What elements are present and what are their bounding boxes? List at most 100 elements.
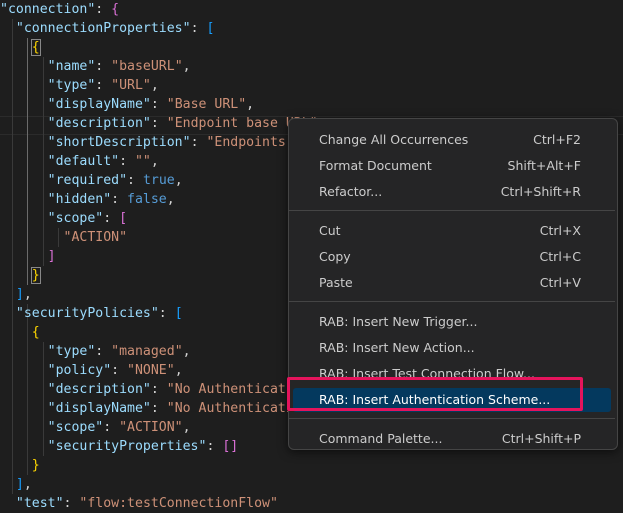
code-token: : xyxy=(63,496,80,511)
menu-item-label: Format Document xyxy=(319,158,432,173)
code-token: "Base URL" xyxy=(166,97,247,112)
code-token: "" xyxy=(134,154,151,169)
code-token: [ xyxy=(119,211,128,226)
code-token: : xyxy=(206,439,223,454)
menu-item-change-all-occurrences[interactable]: Change All Occurrences Ctrl+F2 xyxy=(293,128,611,152)
menu-item-label: Cut xyxy=(319,223,341,238)
code-token: "securityProperties" xyxy=(0,439,207,454)
code-token: , xyxy=(182,344,191,359)
code-line[interactable]: "ACTION" xyxy=(0,228,128,247)
code-token: [ xyxy=(174,306,183,321)
code-token: , xyxy=(23,287,32,302)
code-token: true xyxy=(142,173,175,188)
code-line[interactable]: { xyxy=(0,323,40,342)
code-token: [ xyxy=(206,21,215,36)
code-token: ] xyxy=(47,249,56,264)
code-line[interactable]: "securityPolicies": [ xyxy=(0,304,183,323)
code-token: , xyxy=(150,78,159,93)
menu-item-command-palette[interactable]: Command Palette... Ctrl+Shift+P xyxy=(293,427,611,451)
code-token: : xyxy=(95,59,112,74)
menu-item-shortcut: Ctrl+C xyxy=(539,249,581,264)
code-token: "managed" xyxy=(111,344,183,359)
menu-item-copy[interactable]: Copy Ctrl+C xyxy=(293,245,611,269)
code-token: , xyxy=(182,59,191,74)
code-line[interactable]: "required": true, xyxy=(0,171,183,190)
code-token: "test" xyxy=(0,496,64,511)
code-token: : xyxy=(150,116,167,131)
code-line[interactable]: "default": "", xyxy=(0,152,159,171)
code-token: "displayName" xyxy=(0,401,151,416)
code-line[interactable]: ], xyxy=(0,285,32,304)
code-token: , xyxy=(23,477,32,492)
code-token: false xyxy=(127,192,167,207)
code-line[interactable]: "scope": [ xyxy=(0,209,127,228)
code-token: : xyxy=(103,211,120,226)
code-line[interactable]: "test": "flow:testConnectionFlow" xyxy=(0,494,278,513)
code-token: "default" xyxy=(0,154,120,169)
code-token: : xyxy=(127,173,143,188)
code-line[interactable]: ] xyxy=(0,247,56,266)
code-line[interactable]: "connectionProperties": [ xyxy=(0,19,215,38)
menu-item-label: Paste xyxy=(319,275,353,290)
code-token: "securityPolicies" xyxy=(0,306,159,321)
code-token: : xyxy=(95,344,112,359)
menu-item-rab-insert-new-action[interactable]: RAB: Insert New Action... xyxy=(293,336,611,360)
menu-item-cut[interactable]: Cut Ctrl+X xyxy=(293,219,611,243)
code-token: : xyxy=(95,2,112,17)
code-line[interactable]: "description": "No Authentication", xyxy=(0,380,326,399)
code-token: , xyxy=(150,154,159,169)
code-line[interactable]: } xyxy=(0,456,40,475)
code-token: "name" xyxy=(0,59,96,74)
code-token: , xyxy=(182,420,191,435)
code-token: "flow:testConnectionFlow" xyxy=(79,496,278,511)
code-token: : xyxy=(150,97,167,112)
code-line[interactable]: "type": "URL", xyxy=(0,76,159,95)
code-line[interactable]: "policy": "NONE", xyxy=(0,361,183,380)
code-line[interactable]: "displayName": "Base URL", xyxy=(0,95,254,114)
code-token: : xyxy=(119,154,135,169)
code-line[interactable]: } xyxy=(0,266,41,285)
menu-separator xyxy=(289,418,615,419)
code-line[interactable]: "hidden": false, xyxy=(0,190,175,209)
code-line[interactable]: "name": "baseURL", xyxy=(0,57,191,76)
code-line[interactable]: { xyxy=(0,38,41,57)
menu-separator xyxy=(289,210,615,211)
code-line[interactable]: "scope": "ACTION", xyxy=(0,418,191,437)
code-line[interactable]: "type": "managed", xyxy=(0,342,191,361)
menu-item-shortcut: Ctrl+V xyxy=(539,275,581,290)
code-token: [] xyxy=(222,439,239,454)
code-token: : xyxy=(150,401,167,416)
code-token: "scope" xyxy=(0,211,104,226)
menu-item-label: Copy xyxy=(319,249,351,264)
menu-item-shortcut: Ctrl+F2 xyxy=(533,132,581,147)
menu-item-paste[interactable]: Paste Ctrl+V xyxy=(293,271,611,295)
code-line[interactable]: "displayName": "No Authentication", xyxy=(0,399,326,418)
menu-item-rab-insert-new-trigger[interactable]: RAB: Insert New Trigger... xyxy=(293,310,611,334)
code-token: "hidden" xyxy=(0,192,112,207)
code-token: : xyxy=(111,363,128,378)
code-token: : xyxy=(150,382,167,397)
menu-item-format-document[interactable]: Format Document Shift+Alt+F xyxy=(293,154,611,178)
code-line[interactable]: "securityProperties": [] xyxy=(0,437,239,456)
code-token: "shortDescription" xyxy=(0,135,191,150)
code-token: } xyxy=(30,267,41,284)
code-token: : xyxy=(95,78,112,93)
code-line[interactable]: "connection": { xyxy=(0,0,119,19)
code-token: "policy" xyxy=(0,363,112,378)
code-token: "ACTION" xyxy=(0,230,128,245)
code-line[interactable]: ], xyxy=(0,475,32,494)
code-token: "displayName" xyxy=(0,97,151,112)
menu-item-refactor[interactable]: Refactor... Ctrl+Shift+R xyxy=(293,180,611,204)
code-token: "type" xyxy=(0,78,96,93)
code-token: , xyxy=(174,363,183,378)
code-token: "description" xyxy=(0,116,151,131)
code-line[interactable]: "description": "Endpoint base URL", xyxy=(0,114,326,133)
annotation-highlight-box xyxy=(287,377,583,411)
code-token: } xyxy=(31,458,40,473)
